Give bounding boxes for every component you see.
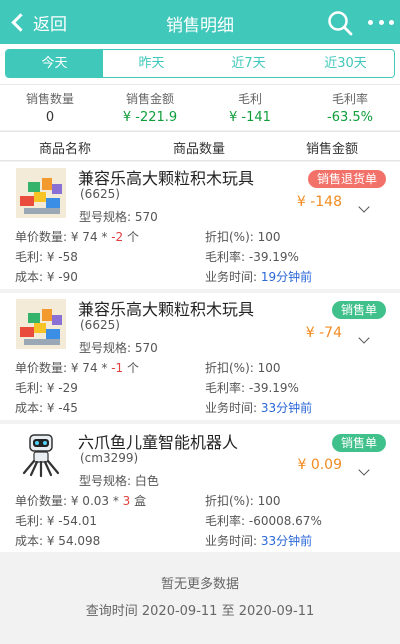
- summary-qty-value: 0: [45, 110, 55, 125]
- business-time: 业务时间: 33分钟前: [205, 401, 313, 415]
- app-header: 返回 销售明细: [0, 0, 400, 44]
- summary-amount: 销售金额 ¥ -221.9: [100, 90, 200, 125]
- product-image: [16, 299, 66, 349]
- unit-price-qty: 单价数量: ¥ 74 * -2 个: [15, 230, 140, 244]
- gross-profit: 毛利: ¥ -54.01: [15, 514, 97, 528]
- cost: 成本: ¥ -45: [15, 401, 78, 415]
- business-time: 业务时间: 33分钟前: [205, 534, 313, 548]
- col-sales-amount: 销售金额: [306, 142, 359, 157]
- back-label: 返回: [33, 14, 67, 35]
- business-time: 业务时间: 19分钟前: [205, 270, 313, 284]
- summary-profit-value: ¥ -141: [229, 110, 271, 125]
- tab-today[interactable]: 今天: [6, 50, 103, 77]
- date-tabs-bar: 今天 昨天 近7天 近30天: [0, 44, 400, 84]
- chevron-down-icon[interactable]: [358, 332, 370, 344]
- order-type-badge: 销售退货单: [307, 170, 386, 188]
- product-spec: 型号规格: 570: [79, 341, 158, 355]
- sale-record-card[interactable]: 兼容乐高大颗粒积木玩具 (6625) 型号规格: 570 销售退货单 ¥ -14…: [0, 162, 400, 289]
- product-code: (cm3299): [80, 451, 139, 465]
- summary-profit: 毛利 ¥ -141: [200, 90, 300, 125]
- discount: 折扣(%): 100: [205, 361, 281, 375]
- cost: 成本: ¥ -90: [15, 270, 78, 284]
- tab-7days[interactable]: 近7天: [200, 50, 297, 77]
- list-footer: 暂无更多数据 查询时间 2020-09-11 至 2020-09-11: [0, 556, 400, 619]
- sale-record-card[interactable]: 兼容乐高大颗粒积木玩具 (6625) 型号规格: 570 销售单 ¥ -74 单…: [0, 293, 400, 420]
- sale-amount: ¥ -74: [305, 325, 342, 341]
- query-time-range: 查询时间 2020-09-11 至 2020-09-11: [85, 604, 315, 619]
- summary-amount-label: 销售金额: [125, 92, 174, 106]
- gross-margin: 毛利率: -39.19%: [205, 250, 299, 264]
- chevron-down-icon[interactable]: [358, 201, 370, 213]
- gross-profit: 毛利: ¥ -29: [15, 381, 78, 395]
- summary-amount-value: ¥ -221.9: [122, 110, 178, 125]
- sale-amount: ¥ -148: [296, 194, 342, 210]
- product-code: (6625): [80, 187, 120, 201]
- product-name: 六爪鱼儿童智能机器人: [78, 433, 239, 452]
- search-icon[interactable]: [326, 9, 354, 37]
- tab-30days[interactable]: 近30天: [297, 50, 394, 77]
- summary-rate-value: -63.5%: [327, 110, 373, 125]
- sale-amount: ¥ 0.09: [297, 457, 342, 473]
- product-spec: 型号规格: 白色: [79, 474, 159, 488]
- chevron-down-icon[interactable]: [358, 464, 370, 476]
- product-image: [16, 168, 66, 218]
- product-name: 兼容乐高大颗粒积木玩具: [78, 169, 255, 188]
- summary-rate-label: 毛利率: [331, 92, 368, 106]
- date-tabs: 今天 昨天 近7天 近30天: [5, 49, 395, 78]
- unit-price-qty: 单价数量: ¥ 0.03 * 3 盒: [15, 494, 147, 508]
- summary-rate: 毛利率 -63.5%: [300, 90, 400, 125]
- no-more-data: 暂无更多数据: [160, 577, 239, 592]
- discount: 折扣(%): 100: [205, 230, 281, 244]
- product-spec: 型号规格: 570: [79, 210, 158, 224]
- order-type-badge: 销售单: [331, 434, 386, 452]
- column-header: 商品名称 商品数量 销售金额: [0, 131, 400, 161]
- cost: 成本: ¥ 54.098: [15, 534, 101, 548]
- summary-qty: 销售数量 0: [0, 90, 100, 125]
- discount: 折扣(%): 100: [205, 494, 281, 508]
- col-product-name: 商品名称: [39, 142, 92, 157]
- product-name: 兼容乐高大颗粒积木玩具: [78, 300, 255, 319]
- gross-profit: 毛利: ¥ -58: [15, 250, 78, 264]
- product-code: (6625): [80, 318, 120, 332]
- sales-summary: 销售数量 0 销售金额 ¥ -221.9 毛利 ¥ -141 毛利率 -63.5…: [0, 84, 400, 130]
- product-image: [16, 429, 66, 479]
- summary-qty-label: 销售数量: [25, 92, 74, 106]
- sale-record-card[interactable]: 六爪鱼儿童智能机器人 (cm3299) 型号规格: 白色 销售单 ¥ 0.09 …: [0, 424, 400, 552]
- more-icon[interactable]: [368, 11, 394, 33]
- unit-price-qty: 单价数量: ¥ 74 * -1 个: [15, 361, 140, 375]
- summary-profit-label: 毛利: [237, 92, 262, 106]
- gross-margin: 毛利率: -60008.67%: [205, 514, 322, 528]
- order-type-badge: 销售单: [331, 301, 386, 319]
- col-product-qty: 商品数量: [173, 142, 226, 157]
- chevron-left-icon: [11, 12, 30, 32]
- gross-margin: 毛利率: -39.19%: [205, 381, 299, 395]
- tab-yesterday[interactable]: 昨天: [103, 50, 200, 77]
- back-button[interactable]: 返回: [10, 8, 67, 36]
